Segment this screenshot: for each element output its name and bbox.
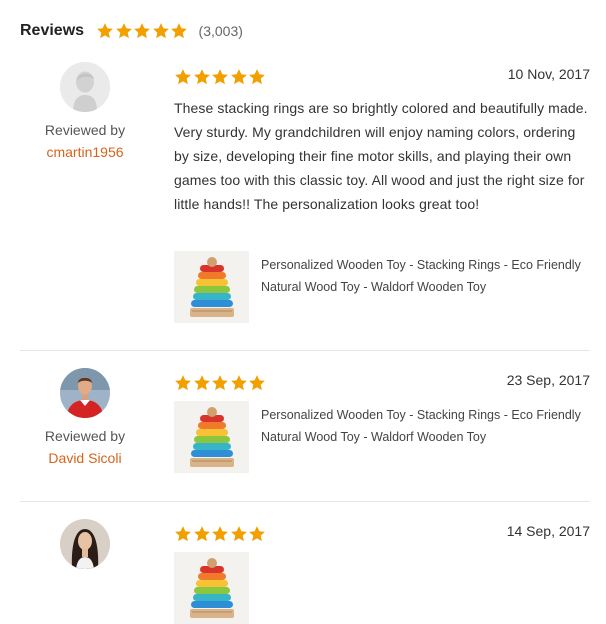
star-icon [175, 69, 191, 85]
review-item: Reviewed by cmartin1956 10 Nov, 2017 The… [20, 56, 590, 350]
product-thumbnail[interactable] [174, 552, 249, 624]
star-icon [212, 375, 228, 391]
reviewed-by-label: Reviewed by [44, 428, 126, 444]
review-item: 14 Sep, 2017 [20, 502, 590, 624]
star-icon [249, 526, 265, 542]
star-icon [175, 375, 191, 391]
review-text: These stacking rings are so brightly col… [174, 100, 588, 212]
avatar[interactable] [60, 368, 110, 418]
product-link[interactable]: Personalized Wooden Toy - Stacking Rings… [174, 401, 591, 473]
product-thumbnail[interactable] [174, 401, 249, 473]
star-icon [152, 23, 169, 39]
reviewed-by-label: Reviewed by [44, 122, 126, 138]
star-icon [193, 375, 210, 391]
review-star-rating [174, 374, 267, 392]
header-star-rating [96, 22, 189, 40]
stacking-rings-image [174, 401, 249, 473]
review-count: (3,003) [198, 23, 243, 39]
reviewer-link[interactable]: cmartin1956 [20, 144, 150, 160]
star-icon [212, 526, 228, 542]
star-icon [230, 69, 247, 85]
review-date: 14 Sep, 2017 [506, 523, 590, 539]
review-star-rating [174, 525, 267, 543]
reviews-header: Reviews (3,003) [20, 18, 243, 44]
avatar[interactable] [60, 62, 110, 112]
reviews-title: Reviews [20, 22, 85, 39]
review-item: Reviewed by David Sicoli 23 Sep, 2017 Pe… [20, 351, 590, 501]
star-icon [230, 375, 247, 391]
avatar[interactable] [60, 519, 110, 569]
product-title[interactable]: Personalized Wooden Toy - Stacking Rings… [261, 251, 591, 323]
star-icon [134, 23, 150, 39]
user-photo [60, 368, 110, 418]
default-user-icon [60, 62, 110, 112]
review-star-rating [174, 68, 267, 86]
stacking-rings-image [174, 251, 249, 323]
star-icon [249, 69, 265, 85]
product-link[interactable] [174, 552, 249, 624]
reviewer-link[interactable]: David Sicoli [20, 450, 150, 466]
stacking-rings-image [174, 552, 249, 624]
star-icon [175, 526, 191, 542]
product-link[interactable]: Personalized Wooden Toy - Stacking Rings… [174, 251, 591, 323]
star-icon [97, 23, 113, 39]
star-icon [212, 69, 228, 85]
star-icon [193, 526, 210, 542]
review-date: 23 Sep, 2017 [506, 372, 590, 388]
star-icon [171, 23, 187, 39]
star-icon [249, 375, 265, 391]
star-icon [193, 69, 210, 85]
product-title[interactable]: Personalized Wooden Toy - Stacking Rings… [261, 401, 591, 473]
product-thumbnail[interactable] [174, 251, 249, 323]
review-date: 10 Nov, 2017 [507, 66, 590, 82]
user-photo [60, 519, 110, 569]
star-icon [230, 526, 247, 542]
star-icon [115, 23, 132, 39]
